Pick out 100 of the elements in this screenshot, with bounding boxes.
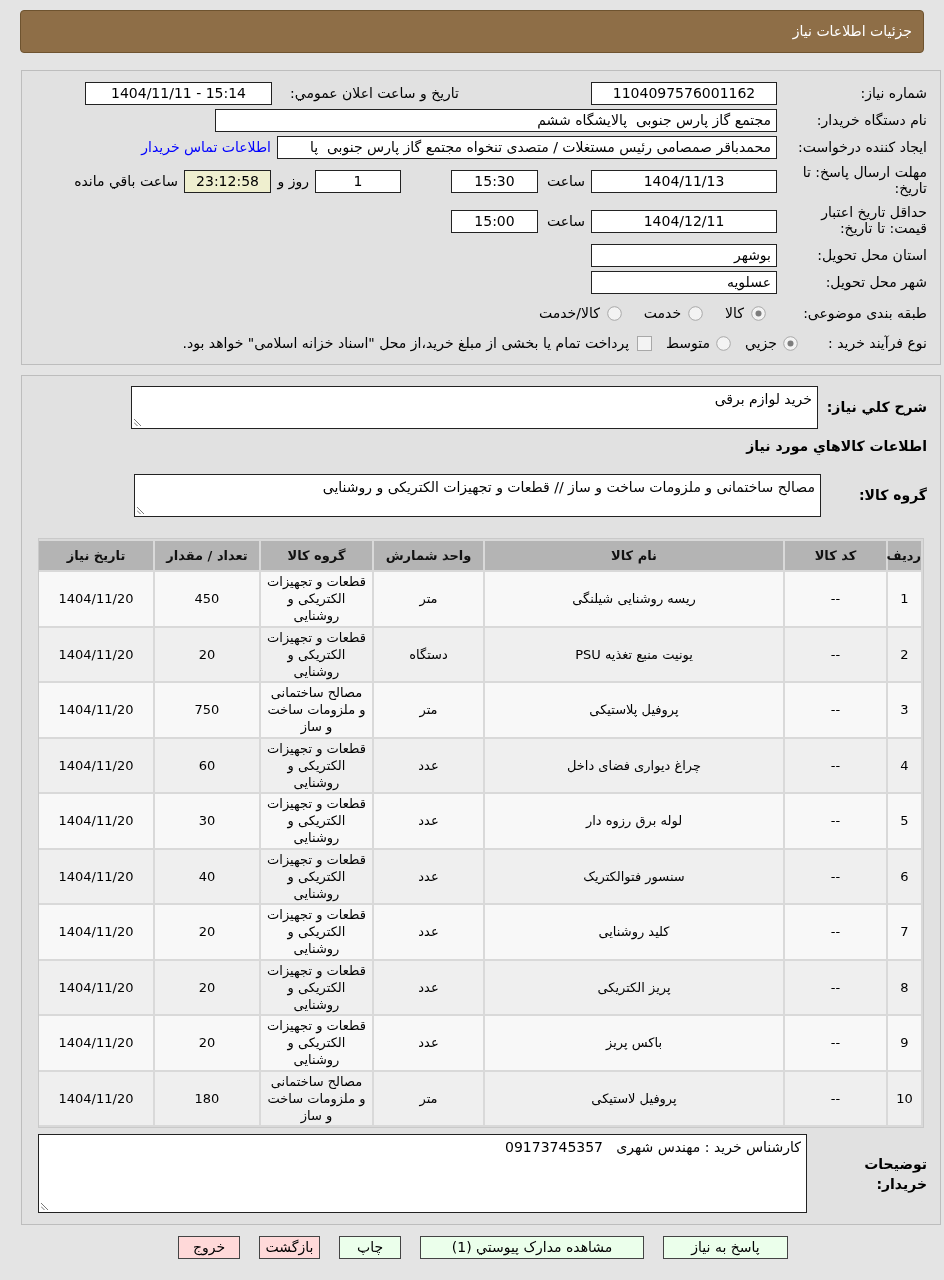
table-cell: مصالح ساختمانی و ملزومات ساخت و ساز	[261, 1071, 372, 1125]
radio-button[interactable]	[783, 335, 798, 351]
print-button[interactable]: چاپ	[339, 1236, 401, 1259]
field-label: گروه کالا:	[858, 487, 927, 503]
checkbox[interactable]	[637, 335, 653, 351]
table-cell: متر	[374, 683, 483, 737]
goods-group-field[interactable]: مصالح ساختمانی و ملزومات ساخت و ساز // قطعات و تجهیزات الکتریکی و روشنایی	[134, 474, 821, 517]
date-field[interactable]: 1404/12/11	[591, 210, 777, 233]
radio-button[interactable]	[606, 305, 622, 321]
requester-field[interactable]: محمدباقر صمصامی رئیس مستغلات / متصدی تنخواه مجتمع گاز پارس جنوبی پا	[277, 136, 777, 159]
field-label: نوع فرآیند خرید :	[828, 334, 927, 351]
table-cell: متر	[374, 1071, 483, 1125]
table-cell: قطعات و تجهیزات الکتریکی و روشنایی	[261, 572, 372, 626]
description-field[interactable]: خرید لوازم برقی	[131, 386, 818, 429]
remaining-time-field[interactable]: 23:12:58	[184, 170, 271, 193]
date-field[interactable]: 1404/11/13	[591, 170, 777, 193]
table-cell: 1404/11/20	[39, 905, 153, 959]
table-cell: عدد	[374, 960, 483, 1014]
days-field[interactable]: 1	[315, 170, 401, 193]
field-label: نام دستگاه خریدار:	[816, 112, 927, 128]
exit-button[interactable]: خروج	[178, 1236, 240, 1259]
table-cell: مصالح ساختمانی و ملزومات ساخت و ساز	[261, 683, 372, 737]
table-cell: قطعات و تجهیزات الکتریکی و روشنایی	[261, 1016, 372, 1070]
radio-button[interactable]	[716, 335, 732, 351]
table-cell: ریسه روشنایی شیلنگی	[485, 572, 783, 626]
buyer-organization-field[interactable]: مجتمع گاز پارس جنوبی پالایشگاه ششم	[215, 109, 777, 132]
section-title: اطلاعات کالاهاي مورد نیاز	[746, 438, 927, 454]
table-cell: عدد	[374, 905, 483, 959]
table-cell: --	[785, 738, 886, 792]
field-label: روز و	[277, 173, 309, 189]
table-cell: قطعات و تجهیزات الکتریکی و روشنایی	[261, 738, 372, 792]
table-cell: قطعات و تجهیزات الکتریکی و روشنایی	[261, 849, 372, 903]
attachments-button[interactable]: مشاهده مدارک پیوستي (1)	[420, 1236, 644, 1259]
back-button[interactable]: بازگشت	[259, 1236, 320, 1259]
table-cell: 20	[155, 627, 259, 681]
table-cell: قطعات و تجهیزات الکتریکی و روشنایی	[261, 794, 372, 848]
contact-link[interactable]: اطلاعات تماس خریدار	[141, 137, 271, 158]
table-cell: 1404/11/20	[39, 1016, 153, 1070]
table-cell: 180	[155, 1071, 259, 1125]
table-cell: 10	[888, 1071, 921, 1125]
table-cell: 750	[155, 683, 259, 737]
table-cell: 1404/11/20	[39, 1071, 153, 1125]
table-cell: یونیت منبع تغذیه PSU	[485, 627, 783, 681]
field-label: طبقه بندی موضوعی:	[803, 304, 927, 321]
field-label: توضیحات خریدار:	[863, 1154, 927, 1194]
reply-button[interactable]: پاسخ به نیاز	[663, 1236, 788, 1259]
table-cell: 3	[888, 683, 921, 737]
table-cell: --	[785, 683, 886, 737]
column-header: نام کالا	[485, 541, 783, 570]
radio-button[interactable]	[751, 305, 766, 321]
field-label: ایجاد کننده درخواست:	[798, 139, 927, 155]
column-header: گروه کالا	[261, 541, 372, 570]
radio-label: کالا	[725, 303, 744, 323]
table-cell: --	[785, 572, 886, 626]
table-cell: 40	[155, 849, 259, 903]
table-cell: 1404/11/20	[39, 738, 153, 792]
table-cell: پریز الکتریکی	[485, 960, 783, 1014]
table-cell: --	[785, 627, 886, 681]
resize-grip-icon[interactable]	[134, 418, 142, 426]
radio-label: جزيي	[745, 333, 777, 354]
table-cell: 4	[888, 738, 921, 792]
radio-label: خدمت	[643, 303, 682, 323]
column-header: تاریخ نیاز	[39, 541, 153, 570]
table-cell: 2	[888, 627, 921, 681]
table-cell: قطعات و تجهیزات الکتریکی و روشنایی	[261, 905, 372, 959]
announcement-date-field[interactable]: 1404/11/11 - 15:14	[85, 82, 272, 105]
field-label: شرح کلي نیاز:	[826, 399, 927, 415]
table-cell: --	[785, 794, 886, 848]
resize-grip-icon[interactable]	[137, 506, 145, 514]
radio-label: متوسط	[666, 333, 711, 354]
column-header: واحد شمارش	[374, 541, 483, 570]
table-cell: کلید روشنایی	[485, 905, 783, 959]
table-cell: 1404/11/20	[39, 683, 153, 737]
radio-button[interactable]	[688, 305, 704, 321]
buyer-notes-field[interactable]: کارشناس خرید : مهندس شهری 09173745357	[38, 1134, 807, 1213]
field-label: ساعت	[546, 213, 585, 229]
resize-grip-icon[interactable]	[41, 1202, 49, 1210]
table-cell: --	[785, 1016, 886, 1070]
table-cell: 1404/11/20	[39, 960, 153, 1014]
radio-label: کالا/خدمت	[538, 303, 600, 323]
table-cell: سنسور فتوالکتریک	[485, 849, 783, 903]
page-title: جزئیات اطلاعات نیاز	[792, 22, 912, 42]
table-cell: --	[785, 905, 886, 959]
table-cell: پروفیل لاستیکی	[485, 1071, 783, 1125]
table-cell: 20	[155, 960, 259, 1014]
table-cell: قطعات و تجهیزات الکتریکی و روشنایی	[261, 960, 372, 1014]
field-label: مهلت ارسال پاسخ: تا تاریخ:	[801, 164, 927, 196]
need-number-field[interactable]: 1104097576001162	[591, 82, 777, 105]
time-field[interactable]: 15:30	[451, 170, 538, 193]
table-cell: 1404/11/20	[39, 627, 153, 681]
time-field[interactable]: 15:00	[451, 210, 538, 233]
table-cell: عدد	[374, 1016, 483, 1070]
city-field[interactable]: عسلویه	[591, 271, 777, 294]
table-cell: 5	[888, 794, 921, 848]
field-label: ساعت باقي مانده	[74, 173, 178, 189]
column-header: ردیف	[888, 541, 921, 570]
province-field[interactable]: بوشهر	[591, 244, 777, 267]
table-cell: 1404/11/20	[39, 849, 153, 903]
table-cell: قطعات و تجهیزات الکتریکی و روشنایی	[261, 627, 372, 681]
table-cell: پروفیل پلاستیکی	[485, 683, 783, 737]
